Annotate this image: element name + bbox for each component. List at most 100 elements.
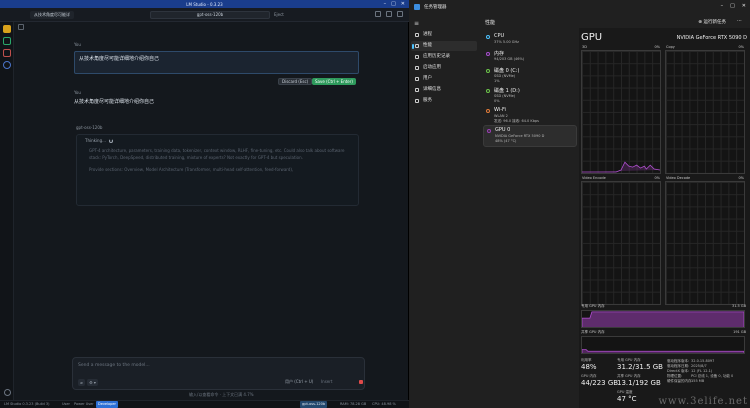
resource-detail: SSD (NVMe)	[494, 74, 516, 78]
model-selector[interactable]: gpt-oss-120b	[150, 11, 270, 19]
nav-services[interactable]: 服务	[411, 96, 477, 106]
minimize-icon[interactable]: –	[721, 3, 724, 9]
history-icon	[415, 55, 419, 59]
composer-placeholder[interactable]: Send a message to the model...	[78, 363, 150, 368]
spinner-icon	[108, 138, 113, 143]
watermark: www.3elife.net	[658, 396, 748, 407]
thinking-label: Thinking...	[85, 138, 106, 143]
resource-name: 磁盘 1 (D:)	[494, 88, 520, 94]
nav-performance[interactable]: 性能	[411, 41, 477, 51]
edit-message-input[interactable]: 从技术角度尽可能详细地介绍你自己	[74, 51, 359, 74]
resource-disk-1[interactable]: 磁盘 1 (D:) SSD (NVMe) 0%	[483, 86, 577, 108]
lm-toolbar: 从技术角度尽可能详 gpt-oss-120b Eject	[0, 8, 409, 22]
tools-icon[interactable]: ⚙ ▾	[87, 379, 98, 386]
nav-label: 进程	[423, 32, 432, 37]
info-value: 12 (FL 12.1)	[691, 369, 713, 373]
minimize-icon[interactable]: –	[384, 1, 387, 7]
processes-icon	[415, 33, 419, 37]
dedicated-mem-fill	[582, 311, 744, 327]
thinking-paragraph: GPT-4 architecture, parameters, training…	[89, 148, 345, 160]
message-composer[interactable]: Send a message to the model... ⌀ ⚙ ▾ 用户 …	[72, 357, 365, 390]
nav-details[interactable]: 详细信息	[411, 85, 477, 95]
resource-name: GPU 0	[495, 127, 511, 133]
chat-tab[interactable]: 从技术角度尽可能详	[30, 11, 74, 19]
shared-mem-graph[interactable]	[581, 336, 745, 354]
graph-video-encode[interactable]: Video Encode 0%	[581, 176, 661, 305]
user-label: You	[74, 90, 81, 95]
graph-copy[interactable]: Copy 0%	[665, 45, 745, 174]
thinking-header[interactable]: Thinking...	[85, 138, 113, 143]
nav-label: 性能	[423, 43, 432, 48]
gpu-title: GPU	[581, 32, 603, 43]
resource-detail: SSD (NVMe)	[494, 94, 516, 98]
memory-graph-icon	[486, 52, 490, 56]
stat-util-value: 48%	[581, 363, 597, 371]
resource-usage: 48% (47 °C)	[495, 139, 517, 143]
save-button[interactable]: Save (Ctrl + Enter)	[312, 78, 356, 85]
resource-name: Wi-Fi	[494, 107, 506, 113]
dedicated-mem-graph[interactable]	[581, 310, 745, 328]
user-label: You	[74, 42, 81, 47]
flask-icon[interactable]	[397, 11, 403, 17]
mode-developer[interactable]: Developer	[96, 401, 119, 408]
resource-gpu-0[interactable]: GPU 0 NVIDIA GeForce RTX 5090 D 48% (47 °C…	[483, 125, 577, 147]
lm-titlebar: LM Studio - 0.3.23 – □ ✕	[0, 0, 409, 8]
run-new-task-button[interactable]: ⊕ 运行新任务	[698, 19, 726, 25]
graph-grid	[666, 51, 744, 173]
disk-graph-icon	[486, 89, 490, 93]
nav-users[interactable]: 用户	[411, 74, 477, 84]
discard-button[interactable]: Discard (Esc)	[278, 78, 313, 85]
more-options-icon[interactable]: ⋯	[737, 18, 742, 24]
download-icon[interactable]	[4, 389, 11, 396]
eject-button[interactable]: Eject	[274, 11, 284, 19]
nav-startup-apps[interactable]: 启动应用	[411, 63, 477, 73]
status-ram: RAM: 78.28 GB	[340, 402, 367, 406]
nav-label: 启动应用	[423, 65, 441, 70]
chat-icon[interactable]	[3, 25, 11, 33]
tm-window-title: 任务管理器	[424, 5, 447, 10]
status-model[interactable]: gpt-oss-120b	[300, 401, 328, 408]
info-value: 2025/8/7	[691, 364, 707, 368]
insert-button[interactable]: Insert	[321, 379, 332, 384]
graph-video-decode[interactable]: Video Decode 0%	[665, 176, 745, 305]
close-icon[interactable]: ✕	[742, 3, 746, 9]
close-icon[interactable]: ✕	[401, 1, 405, 7]
stop-icon[interactable]	[359, 380, 363, 384]
maximize-icon[interactable]: □	[391, 1, 396, 7]
dedicated-mem-label: 专用 GPU 内存	[581, 304, 605, 308]
desktop: LM Studio - 0.3.23 – □ ✕ 从技术角度尽可能详 gpt-o…	[0, 0, 750, 408]
resource-disk-0[interactable]: 磁盘 0 (C:) SSD (NVMe) 1%	[483, 66, 577, 88]
tm-header: 性能 ⊕ 运行新任务 ⋯	[479, 14, 750, 28]
user-message: 从技术角度尽可能详细地介绍你自己	[74, 99, 155, 105]
search-icon[interactable]	[3, 61, 11, 69]
maximize-icon[interactable]: □	[730, 3, 735, 9]
role-selector[interactable]: 用户 (Ctrl + U)	[285, 379, 313, 385]
info-key: 硬件保留的内存:	[667, 379, 693, 383]
graph-label: 3D	[582, 45, 587, 49]
resource-usage: 1%	[494, 79, 500, 83]
nav-label: 用户	[423, 76, 432, 81]
assistant-label: gpt-oss-120b	[76, 125, 103, 130]
folder-icon[interactable]	[3, 49, 11, 57]
nav-processes[interactable]: 进程	[411, 30, 477, 40]
nav-app-history[interactable]: 应用历史记录	[411, 52, 477, 62]
attach-icon[interactable]: ⌀	[78, 379, 85, 386]
resource-detail: NVIDIA GeForce RTX 5090 D	[495, 134, 545, 138]
developer-icon[interactable]	[3, 37, 11, 45]
wifi-graph-icon	[486, 109, 490, 113]
performance-icon	[415, 44, 419, 48]
graph-grid	[582, 182, 660, 304]
menu-icon[interactable]: ≡	[414, 20, 419, 27]
mode-user[interactable]: User	[62, 401, 70, 408]
settings-icon[interactable]	[375, 11, 381, 17]
panel-icon[interactable]	[386, 11, 392, 17]
info-value: 32.0.15.8097	[691, 359, 715, 363]
task-manager-icon	[414, 4, 420, 10]
startup-icon	[415, 66, 419, 70]
thinking-block[interactable]: Thinking... GPT-4 architecture, paramete…	[76, 134, 359, 206]
graph-3d[interactable]: 3D 0%	[581, 45, 661, 174]
resource-usage: 发送: 96.0 接收: 64.0 Kbps	[494, 119, 539, 123]
shared-mem-max: 191 GB	[733, 330, 746, 334]
mode-power-user[interactable]: Power User	[74, 401, 94, 408]
gpu-graph-icon	[487, 129, 491, 133]
